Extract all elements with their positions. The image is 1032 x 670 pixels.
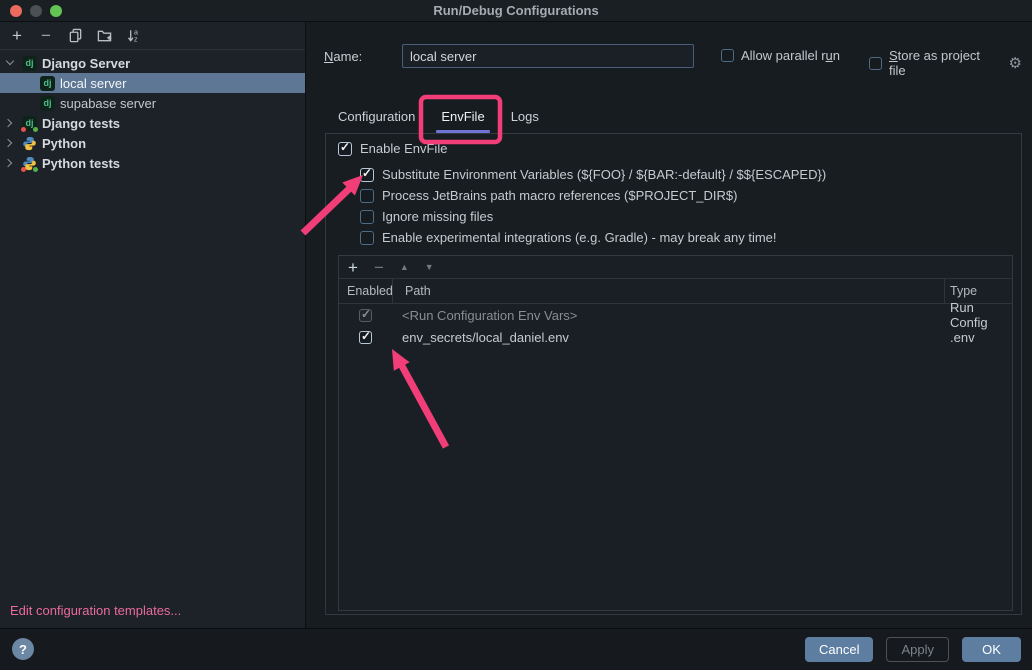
- env-files-table-toolbar: + − ▲ ▼: [339, 256, 1012, 279]
- tab-logs[interactable]: Logs: [498, 99, 552, 133]
- tab-configuration[interactable]: Configuration: [325, 99, 428, 133]
- name-row: Name: Allow parallel run Store as projec…: [324, 44, 1022, 68]
- tree-item-python[interactable]: Python: [0, 133, 305, 153]
- move-down-icon[interactable]: ▼: [425, 262, 434, 272]
- name-input[interactable]: [402, 44, 694, 68]
- tree-item-local-server[interactable]: dj local server: [0, 73, 305, 93]
- envfile-panel: Enable EnvFile Substitute Environment Va…: [325, 133, 1022, 615]
- chevron-down-icon[interactable]: [6, 57, 14, 65]
- svg-text:z: z: [133, 37, 137, 43]
- configurations-sidebar: + − az dj Django Server dj local server: [0, 22, 306, 628]
- tree-item-django-server[interactable]: dj Django Server: [0, 53, 305, 73]
- close-window-button[interactable]: [10, 5, 22, 17]
- experimental-integrations-checkbox[interactable]: [360, 231, 374, 245]
- title-bar: Run/Debug Configurations: [0, 0, 1032, 22]
- sidebar-toolbar: + − az: [0, 22, 305, 50]
- gear-icon[interactable]: ⚙: [1009, 54, 1022, 72]
- experimental-integrations-option[interactable]: Enable experimental integrations (e.g. G…: [360, 230, 777, 245]
- help-icon[interactable]: ?: [12, 638, 34, 660]
- minimize-window-button[interactable]: [30, 5, 42, 17]
- dialog-title: Run/Debug Configurations: [433, 3, 598, 18]
- svg-text:a: a: [133, 30, 137, 37]
- substitute-env-vars-checkbox[interactable]: [360, 168, 374, 182]
- allow-parallel-run-label: Allow parallel run: [741, 48, 840, 63]
- chevron-right-icon[interactable]: [4, 159, 12, 167]
- tree-item-django-tests[interactable]: dj Django tests: [0, 113, 305, 133]
- row-enabled-checkbox[interactable]: [359, 331, 372, 344]
- remove-env-file-icon[interactable]: −: [374, 261, 384, 274]
- chevron-right-icon[interactable]: [4, 119, 12, 127]
- configuration-detail-pane: Name: Allow parallel run Store as projec…: [307, 22, 1032, 628]
- enable-envfile-option[interactable]: Enable EnvFile: [338, 141, 447, 156]
- substitute-env-vars-option[interactable]: Substitute Environment Variables (${FOO}…: [360, 167, 826, 182]
- edit-configuration-templates-link[interactable]: Edit configuration templates...: [10, 603, 181, 618]
- django-icon: dj: [40, 96, 55, 111]
- ignore-missing-files-checkbox[interactable]: [360, 210, 374, 224]
- window-controls: [10, 5, 62, 17]
- row-enabled-checkbox: [359, 309, 372, 322]
- footer-buttons: Cancel Apply OK: [805, 637, 1021, 662]
- cancel-button[interactable]: Cancel: [805, 637, 873, 662]
- python-icon: [22, 136, 37, 151]
- enable-envfile-checkbox[interactable]: [338, 142, 352, 156]
- process-path-macro-option[interactable]: Process JetBrains path macro references …: [360, 188, 737, 203]
- tree-item-python-tests[interactable]: Python tests: [0, 153, 305, 173]
- ok-button[interactable]: OK: [962, 637, 1021, 662]
- configuration-tabs: Configuration EnvFile Logs: [325, 99, 552, 133]
- django-icon: dj: [22, 56, 37, 71]
- tree-item-supabase-server[interactable]: dj supabase server: [0, 93, 305, 113]
- env-files-table: + − ▲ ▼ Enabled Path Type <Run Configura…: [338, 255, 1013, 611]
- column-header-enabled: Enabled: [339, 279, 393, 303]
- apply-button[interactable]: Apply: [886, 637, 949, 662]
- allow-parallel-run-option[interactable]: Allow parallel run: [721, 48, 840, 63]
- name-label: Name:: [324, 49, 362, 64]
- remove-configuration-icon[interactable]: −: [38, 28, 54, 44]
- store-as-project-file-label: Store as project file: [889, 48, 1000, 78]
- chevron-right-icon[interactable]: [4, 139, 12, 147]
- move-up-icon[interactable]: ▲: [400, 262, 409, 272]
- tab-envfile[interactable]: EnvFile: [428, 99, 497, 133]
- add-env-file-icon[interactable]: +: [348, 260, 358, 275]
- ignore-missing-files-option[interactable]: Ignore missing files: [360, 209, 493, 224]
- python-test-icon: [22, 156, 37, 171]
- table-header: Enabled Path Type: [339, 279, 1012, 304]
- new-folder-icon[interactable]: [96, 28, 112, 44]
- zoom-window-button[interactable]: [50, 5, 62, 17]
- allow-parallel-run-checkbox[interactable]: [721, 49, 734, 62]
- sort-alphabetically-icon[interactable]: az: [125, 28, 141, 44]
- django-test-icon: dj: [22, 116, 37, 131]
- store-as-project-file-checkbox[interactable]: [869, 57, 882, 70]
- run-debug-configurations-dialog: Run/Debug Configurations + − az dj Djang…: [0, 0, 1032, 670]
- configurations-tree: dj Django Server dj local server dj supa…: [0, 50, 305, 173]
- column-header-path: Path: [393, 279, 945, 303]
- copy-configuration-icon[interactable]: [67, 28, 83, 44]
- add-configuration-icon[interactable]: +: [9, 28, 25, 44]
- process-path-macro-checkbox[interactable]: [360, 189, 374, 203]
- django-icon: dj: [40, 76, 55, 91]
- table-row[interactable]: <Run Configuration Env Vars> Run Config: [339, 304, 1012, 326]
- store-as-project-file-option[interactable]: Store as project file ⚙: [869, 48, 1022, 78]
- dialog-footer: ? Cancel Apply OK: [0, 628, 1032, 670]
- table-row[interactable]: env_secrets/local_daniel.env .env: [339, 326, 1012, 348]
